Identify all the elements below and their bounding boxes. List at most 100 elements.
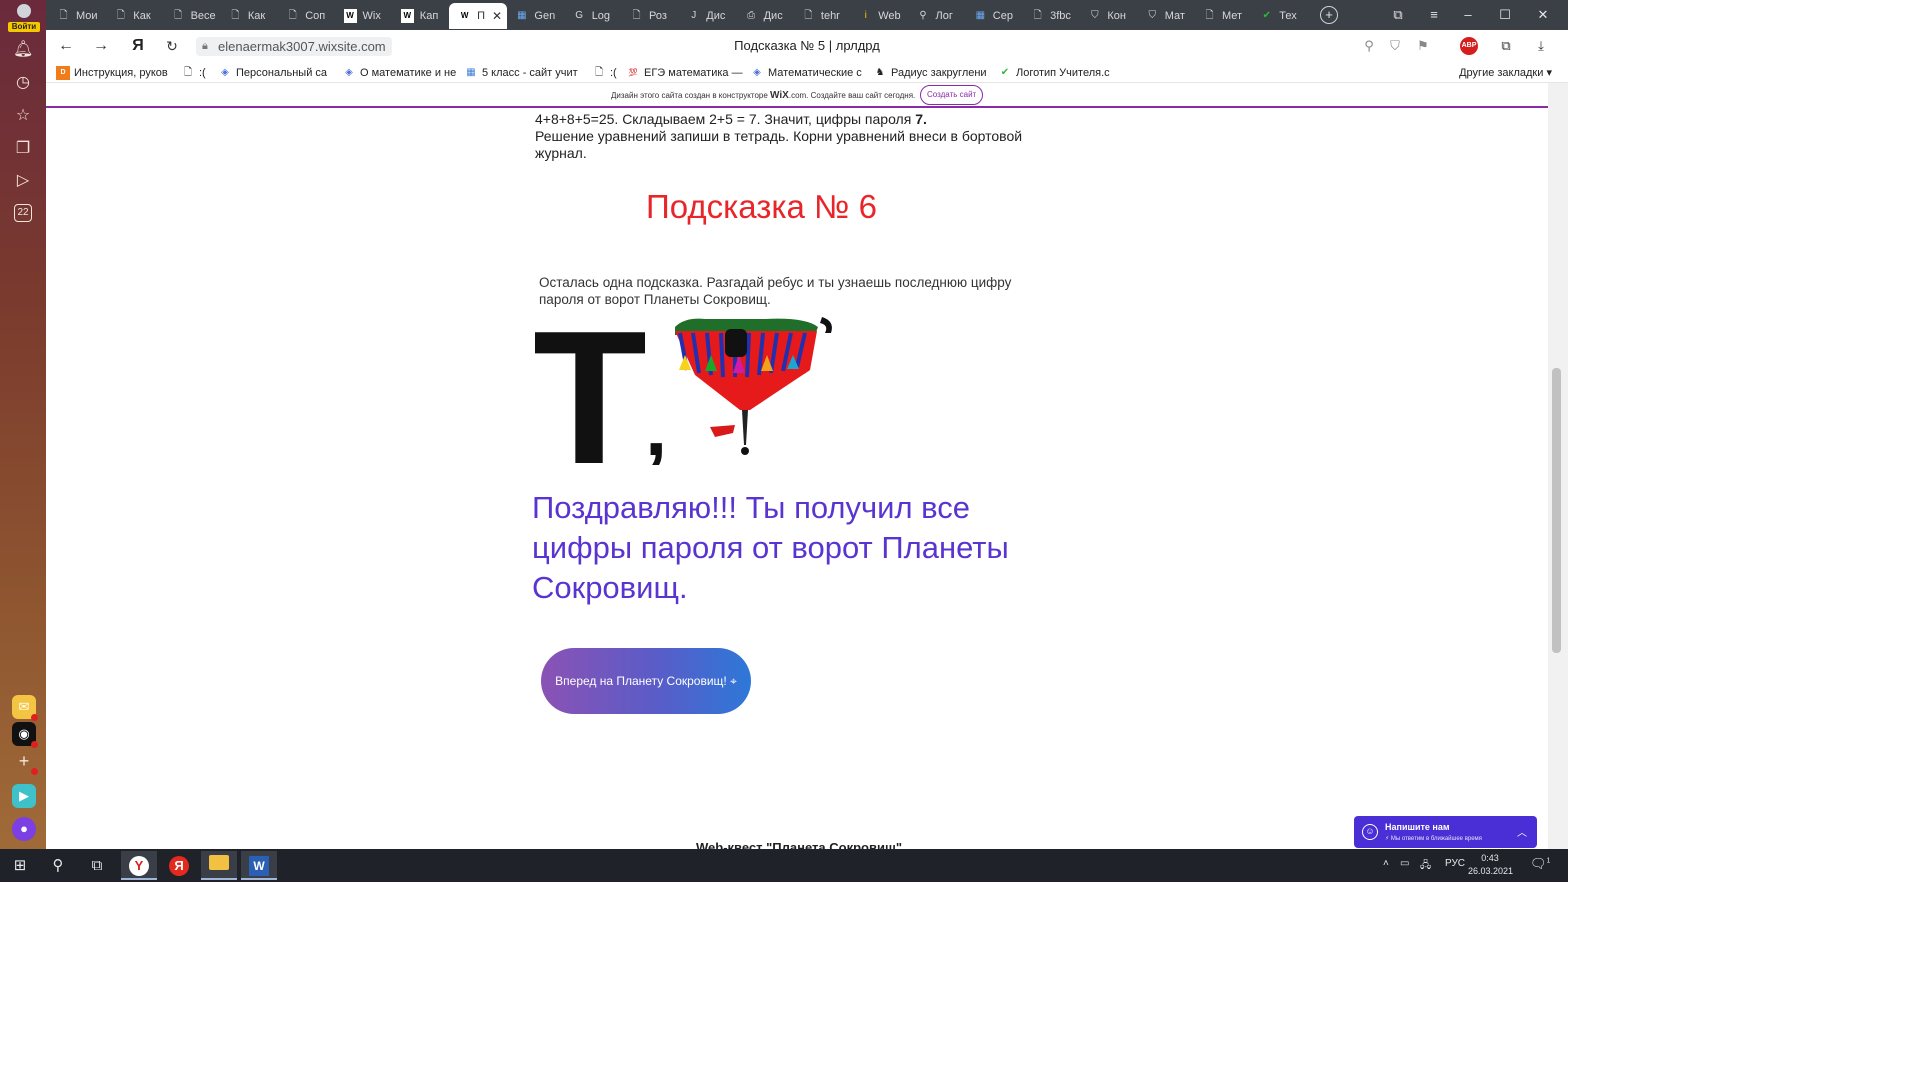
tab-2[interactable]: 🗋︎ Весе bbox=[163, 3, 219, 29]
bookmark-item[interactable]: ♞ Радиус закруглени bbox=[873, 65, 991, 81]
extensions-icon[interactable]: ⧉ bbox=[1497, 37, 1515, 55]
task-view-icon[interactable]: ⧉ bbox=[79, 851, 115, 880]
maximize-icon[interactable]: ☐ bbox=[1496, 6, 1514, 24]
collections-icon[interactable]: ❐ bbox=[13, 139, 33, 159]
close-tab-icon[interactable]: ✕ bbox=[492, 3, 502, 29]
tab-10[interactable]: 🗋︎ Роз bbox=[621, 3, 677, 29]
add-app-icon[interactable]: + bbox=[12, 749, 38, 775]
tab-4[interactable]: 🗋︎ Соп bbox=[277, 3, 333, 29]
go-to-planet-button[interactable]: Вперед на Планету Сокровищ! ⌖ bbox=[541, 648, 751, 714]
tab-label: Весе bbox=[190, 10, 216, 22]
tab-7[interactable]: W П ✕ bbox=[449, 3, 508, 29]
chat-smile-icon: ☺ bbox=[1362, 824, 1378, 840]
login-avatar[interactable]: Войти bbox=[8, 4, 40, 32]
wix-banner-suffix: .com. Создайте ваш сайт сегодня. bbox=[788, 91, 916, 100]
tab-9[interactable]: G Log bbox=[564, 3, 620, 29]
avatar-icon bbox=[17, 4, 31, 18]
calendar-icon[interactable]: 22 bbox=[14, 204, 32, 222]
chevron-up-icon[interactable]: ︿ bbox=[1517, 824, 1527, 839]
rebus-comma: , bbox=[645, 383, 667, 465]
tab-label: Дис bbox=[706, 10, 726, 22]
other-bookmarks-button[interactable]: Другие закладки ▾ bbox=[1459, 65, 1552, 81]
play-icon[interactable]: ▷ bbox=[13, 171, 33, 191]
bookmark-item[interactable]: ▦ 5 класс - сайт учит bbox=[464, 65, 586, 81]
yandex-browser-icon[interactable]: Y bbox=[121, 851, 157, 880]
bookmark-icon[interactable]: ⚑ bbox=[1414, 37, 1432, 55]
diamond-icon: ◈ bbox=[753, 67, 761, 78]
adblock-icon[interactable]: ABP bbox=[1460, 37, 1478, 55]
yandex-app-icon[interactable]: Я bbox=[161, 851, 197, 880]
clock-date: 26.03.2021 bbox=[1468, 866, 1514, 876]
tab-16[interactable]: ▦ Сер bbox=[965, 3, 1021, 29]
tab-3[interactable]: 🗋︎ Как bbox=[220, 3, 276, 29]
tab-0[interactable]: 🗋︎ Мои bbox=[48, 3, 104, 29]
close-window-icon[interactable]: ✕ bbox=[1534, 6, 1552, 24]
wix-icon: W bbox=[343, 9, 357, 23]
bookmark-item[interactable]: 🗋︎:( bbox=[181, 65, 213, 81]
battery-icon[interactable]: ▭ bbox=[1400, 858, 1409, 869]
word-icon[interactable]: W bbox=[241, 851, 277, 880]
history-icon[interactable]: ◷ bbox=[13, 73, 33, 93]
tray-chevron-icon[interactable]: ˄ bbox=[1383, 858, 1389, 869]
language-indicator[interactable]: РУС bbox=[1445, 858, 1465, 869]
bookmark-item[interactable]: ✔ Логотип Учителя.с bbox=[998, 65, 1116, 81]
tab-1[interactable]: 🗋︎ Как bbox=[105, 3, 161, 29]
tab-15[interactable]: ⚲ Лог bbox=[908, 3, 964, 29]
tab-8[interactable]: ▦ Gen bbox=[506, 3, 562, 29]
tabs-list-icon[interactable]: ⧉ bbox=[1389, 6, 1407, 24]
tab-20[interactable]: 🗋︎ Мет bbox=[1194, 3, 1250, 29]
bell-icon[interactable]: 🔔︎ bbox=[13, 40, 33, 60]
tab-label: Как bbox=[247, 10, 266, 22]
camera-app-icon[interactable]: ◉ bbox=[12, 722, 38, 748]
bookmarks-bar: D Инструкция, руков 🗋︎:( ◈ Персональный са ◈ О… bbox=[46, 62, 1568, 83]
tab-19[interactable]: ⛉ Мат bbox=[1137, 3, 1193, 29]
file-explorer-icon[interactable] bbox=[201, 851, 237, 880]
notification-icon[interactable]: 🗨︎1 bbox=[1530, 856, 1550, 872]
tab-13[interactable]: 🗋︎ tehr bbox=[793, 3, 849, 29]
windows-start-icon[interactable]: ⊞ bbox=[2, 851, 38, 880]
bookmark-item[interactable]: ◈ Математические с bbox=[750, 65, 866, 81]
tab-21[interactable]: ✔ Тех bbox=[1251, 3, 1307, 29]
minimize-icon[interactable]: – bbox=[1459, 6, 1477, 24]
tab-5[interactable]: W Wix bbox=[335, 3, 391, 29]
bookmark-item[interactable]: ◈ Персональный са bbox=[218, 65, 336, 81]
clock[interactable]: 0:43 26.03.2021 bbox=[1468, 852, 1514, 878]
create-site-button[interactable]: Создать сайт bbox=[920, 85, 984, 105]
notification-count: 1 bbox=[1546, 857, 1551, 865]
g-icon: G bbox=[575, 10, 584, 21]
mail-app-icon[interactable]: ✉ bbox=[12, 695, 38, 721]
protect-icon[interactable]: ⛉ bbox=[1386, 37, 1404, 55]
search-icon: ⚲ bbox=[919, 10, 927, 21]
wix-banner: Дизайн этого сайта создан в конструкторе… bbox=[46, 83, 1568, 108]
page-scrollbar[interactable] bbox=[1548, 83, 1568, 849]
tab-17[interactable]: 🗋︎ 3fbc bbox=[1022, 3, 1078, 29]
menu-icon[interactable]: ≡ bbox=[1425, 6, 1443, 24]
search-icon[interactable]: ⚲ bbox=[1360, 37, 1378, 55]
star-icon[interactable]: ☆ bbox=[13, 106, 33, 126]
doc-icon: 🗋︎ bbox=[804, 10, 813, 21]
chat-widget[interactable]: ☺ Напишите нам ⚡ Мы ответим в ближайшее … bbox=[1354, 816, 1537, 848]
tab-label: Сер bbox=[992, 10, 1013, 22]
tab-11[interactable]: J Дис bbox=[678, 3, 734, 29]
bookmark-item[interactable]: 💯︎ ЕГЭ математика — bbox=[626, 65, 744, 81]
intro-line-1-text: 4+8+8+5=25. Складываем 2+5 = 7. Значит, … bbox=[535, 111, 916, 127]
tab-14[interactable]: i Web bbox=[850, 3, 906, 29]
bookmark-item[interactable]: D Инструкция, руков bbox=[56, 65, 176, 81]
wix-logo: WiX bbox=[770, 90, 789, 101]
scroll-thumb[interactable] bbox=[1552, 368, 1561, 653]
network-icon[interactable]: 🖧︎ bbox=[1420, 858, 1431, 875]
bookmark-label: :( bbox=[199, 67, 206, 79]
player-app-icon[interactable]: ▶ bbox=[12, 784, 36, 808]
tab-6[interactable]: W Кап bbox=[392, 3, 448, 29]
tab-label: П bbox=[477, 10, 485, 22]
alice-app-icon[interactable]: ● bbox=[12, 817, 36, 841]
doc-icon: 🗋︎ bbox=[632, 10, 641, 21]
download-icon[interactable]: ⤓ bbox=[1532, 37, 1550, 55]
tab-12[interactable]: ⎙ Дис bbox=[736, 3, 792, 29]
taskbar-search-icon[interactable]: ⚲ bbox=[40, 851, 76, 880]
tab-18[interactable]: ⛉ Кон bbox=[1079, 3, 1135, 29]
new-tab-button[interactable]: + bbox=[1320, 6, 1338, 24]
bookmark-item[interactable]: 🗋︎:( bbox=[592, 65, 622, 81]
login-label: Войти bbox=[8, 22, 40, 32]
bookmark-item[interactable]: ◈ О математике и не bbox=[342, 65, 458, 81]
